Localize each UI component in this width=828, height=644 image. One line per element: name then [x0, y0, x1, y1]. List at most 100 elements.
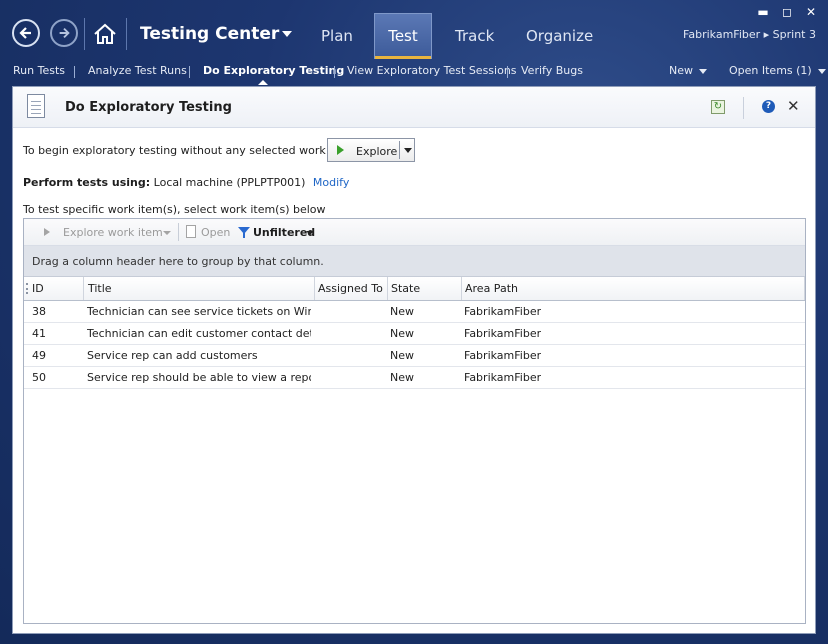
tab-track[interactable]: Track — [455, 27, 494, 45]
cell-state: New — [390, 305, 414, 318]
subnav-run-tests[interactable]: Run Tests — [13, 64, 65, 77]
column-divider[interactable] — [387, 277, 388, 300]
column-header-area-path[interactable]: Area Path — [465, 282, 518, 295]
group-by-area[interactable]: Drag a column header here to group by th… — [24, 246, 805, 277]
column-header-state[interactable]: State — [391, 282, 420, 295]
tab-plan[interactable]: Plan — [321, 27, 353, 45]
column-divider[interactable] — [461, 277, 462, 300]
column-header-assigned-to[interactable]: Assigned To — [318, 282, 383, 295]
column-header-id[interactable]: ID — [32, 282, 44, 295]
cell-id: 38 — [32, 305, 46, 318]
sub-navigation: Run Tests Analyze Test Runs Do Explorato… — [0, 60, 828, 84]
app-title[interactable]: Testing Center — [140, 24, 279, 44]
chevron-down-icon[interactable] — [163, 231, 171, 235]
toolbar-divider — [178, 223, 179, 241]
grid-rows: 38 Technician can see service tickets on… — [24, 301, 805, 389]
split-divider — [399, 141, 400, 159]
table-row[interactable]: 38 Technician can see service tickets on… — [24, 301, 805, 323]
cell-state: New — [390, 327, 414, 340]
group-by-hint: Drag a column header here to group by th… — [32, 255, 324, 268]
cell-area-path: FabrikamFiber — [464, 349, 542, 362]
subnav-divider — [189, 66, 190, 78]
cell-id: 49 — [32, 349, 46, 362]
cell-state: New — [390, 349, 414, 362]
active-tab-underline — [375, 56, 431, 59]
subnav-divider — [74, 66, 75, 78]
cell-area-path: FabrikamFiber — [464, 305, 542, 318]
machine-name: Local machine (PPLPTP001) — [153, 176, 306, 189]
table-row[interactable]: 50 Service rep should be able to view a … — [24, 367, 805, 389]
forward-arrow-icon — [59, 27, 70, 39]
filter-icon-stem — [243, 233, 245, 238]
selected-caret-icon — [258, 80, 268, 85]
cell-state: New — [390, 371, 414, 384]
perform-tests-label: Perform tests using: — [23, 176, 151, 189]
begin-instructions: To begin exploratory testing without any… — [23, 144, 364, 157]
grid-toolbar: Explore work item Open Unfiltered — [24, 219, 805, 246]
cell-title: Technician can edit customer contact det… — [87, 327, 311, 340]
forward-button[interactable] — [50, 19, 78, 47]
cell-title: Service rep should be able to view a rep… — [87, 371, 311, 384]
open-document-icon — [186, 225, 196, 238]
header-divider — [743, 97, 744, 119]
document-icon — [27, 94, 45, 118]
cell-area-path: FabrikamFiber — [464, 371, 542, 384]
chevron-down-icon[interactable] — [282, 31, 292, 37]
explore-work-item-button[interactable]: Explore work item — [63, 226, 163, 239]
subnav-divider — [334, 66, 335, 78]
column-header-title[interactable]: Title — [88, 282, 112, 295]
close-window-icon[interactable]: ✕ — [804, 5, 818, 19]
work-items-grid: Explore work item Open Unfiltered Drag a… — [23, 218, 806, 624]
chevron-down-icon[interactable] — [306, 231, 314, 235]
column-divider[interactable] — [83, 277, 84, 300]
open-items-label: Open Items (1) — [729, 64, 812, 77]
chevron-down-icon[interactable] — [404, 148, 412, 153]
exploratory-testing-panel: Do Exploratory Testing ↻ ? ✕ To begin ex… — [12, 86, 816, 634]
nav-divider — [84, 18, 85, 50]
select-work-items-instructions: To test specific work item(s), select wo… — [23, 203, 326, 216]
cell-id: 50 — [32, 371, 46, 384]
subnav-analyze-test-runs[interactable]: Analyze Test Runs — [88, 64, 187, 77]
column-divider — [804, 277, 805, 300]
explore-button-label: Explore — [356, 145, 398, 158]
subnav-do-exploratory-testing[interactable]: Do Exploratory Testing — [203, 64, 344, 77]
column-header-row: ID Title Assigned To State Area Path — [24, 277, 805, 301]
minimize-icon[interactable]: ▬ — [756, 5, 770, 19]
open-button[interactable]: Open — [201, 226, 230, 239]
cell-area-path: FabrikamFiber — [464, 327, 542, 340]
open-items-menu[interactable]: Open Items (1) — [729, 64, 826, 77]
back-button[interactable] — [12, 19, 40, 47]
window-controls: ▬ ◻ ✕ — [756, 5, 818, 19]
cell-title: Service rep can add customers — [87, 349, 258, 362]
cell-title: Technician can see service tickets on Wi… — [87, 305, 311, 318]
back-arrow-icon — [19, 27, 31, 39]
title-bar: ▬ ◻ ✕ Testing Center Plan Test Track Org… — [0, 0, 828, 60]
table-row[interactable]: 49 Service rep can add customers New Fab… — [24, 345, 805, 367]
cell-id: 41 — [32, 327, 46, 340]
tab-test[interactable]: Test — [374, 13, 432, 59]
chevron-down-icon — [817, 68, 826, 74]
subnav-verify-bugs[interactable]: Verify Bugs — [521, 64, 583, 77]
play-icon — [337, 145, 344, 155]
grip-icon[interactable] — [26, 283, 30, 294]
maximize-icon[interactable]: ◻ — [780, 5, 794, 19]
table-row[interactable]: 41 Technician can edit customer contact … — [24, 323, 805, 345]
project-breadcrumb[interactable]: FabrikamFiber ▸ Sprint 3 — [683, 28, 816, 41]
nav-divider — [126, 18, 127, 50]
explore-split-button[interactable]: Explore — [327, 138, 415, 162]
subnav-view-exploratory-sessions[interactable]: View Exploratory Test Sessions — [347, 64, 517, 77]
tab-organize[interactable]: Organize — [526, 27, 593, 45]
new-menu[interactable]: New — [669, 64, 707, 77]
page-title: Do Exploratory Testing — [65, 100, 232, 115]
home-button[interactable] — [92, 21, 118, 47]
modify-link[interactable]: Modify — [313, 176, 349, 189]
home-icon — [94, 23, 116, 44]
perform-tests-line: Perform tests using: Local machine (PPLP… — [23, 176, 349, 189]
subnav-divider — [507, 66, 508, 78]
panel-header: Do Exploratory Testing ↻ ? ✕ — [13, 87, 815, 128]
help-icon[interactable]: ? — [762, 100, 775, 113]
close-icon[interactable]: ✕ — [787, 97, 800, 115]
column-divider[interactable] — [314, 277, 315, 300]
play-icon — [44, 228, 50, 236]
refresh-icon[interactable]: ↻ — [711, 100, 725, 114]
